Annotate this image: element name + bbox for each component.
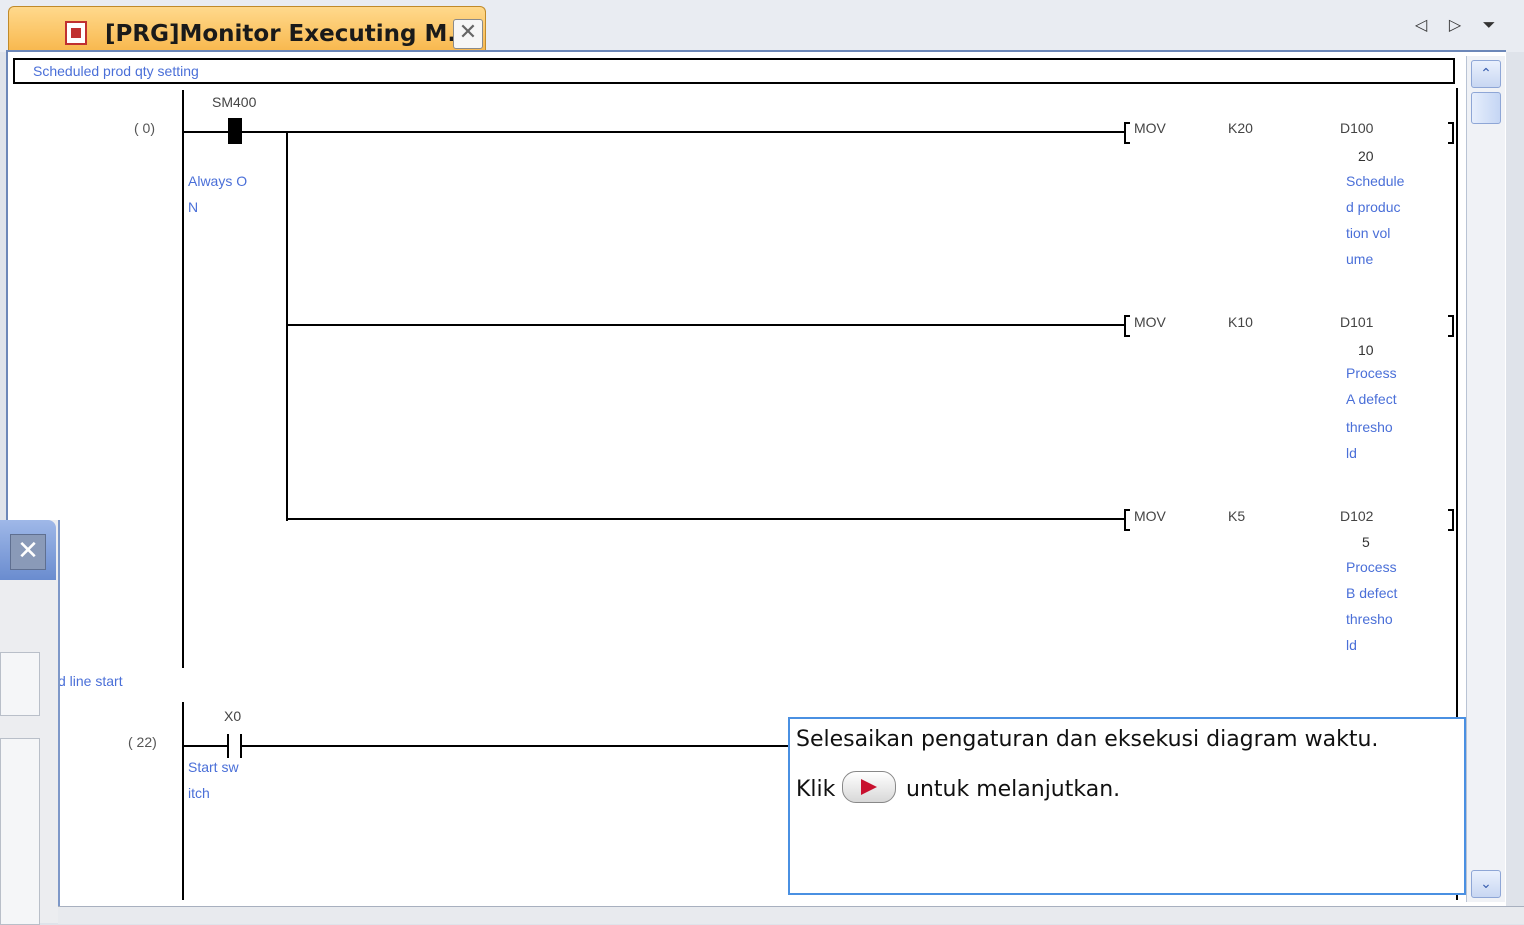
instruction-src[interactable]: K5 [1228,508,1245,524]
device-comment: ld [1346,637,1357,653]
statement-comment: Scheduled prod qty setting [13,58,1455,84]
statement-partial: d line start [58,673,123,689]
device-comment: A defect [1346,391,1397,407]
callout-text: Selesaikan pengaturan dan eksekusi diagr… [796,727,1379,752]
ladder-program-icon [65,21,87,45]
step-number: ( 0) [134,120,155,136]
callout-klik: Klik [796,777,836,802]
tab-list-dropdown-icon[interactable]: ⏷ [1478,12,1500,38]
device-comment: B defect [1346,585,1398,601]
device-comment: Start sw [188,759,239,775]
docked-panel: ✕ [0,520,60,925]
instruction-op[interactable]: MOV [1134,314,1166,330]
device-comment: ume [1346,251,1374,267]
scroll-thumb[interactable] [1471,92,1501,124]
instruction-bracket-left [1124,315,1130,337]
monitor-value: 20 [1358,148,1374,164]
tab-title: [PRG]Monitor Executing M... [105,21,474,47]
vertical-scrollbar[interactable]: ⌃ ⌄ [1466,56,1505,902]
instruction-bracket-left [1124,509,1130,531]
instruction-bracket-right [1448,315,1454,337]
device-comment: ld [1346,445,1357,461]
instruction-dst[interactable]: D100 [1340,120,1373,136]
instruction-op[interactable]: MOV [1134,120,1166,136]
tab-close-button[interactable]: ✕ [453,19,483,49]
monitor-value: 10 [1358,342,1374,358]
tab-scroll-left-icon[interactable]: ◁ [1410,12,1432,38]
device-comment: itch [188,785,210,801]
instruction-src[interactable]: K20 [1228,120,1253,136]
panel-field[interactable] [0,652,40,716]
tab-scroll-right-icon[interactable]: ▷ [1444,12,1466,38]
device-comment: N [188,199,199,215]
panel-close-button[interactable]: ✕ [10,534,46,570]
contact-device[interactable]: SM400 [212,94,256,110]
contact-device[interactable]: X0 [224,708,241,724]
instruction-callout: Selesaikan pengaturan dan eksekusi diagr… [788,717,1466,895]
callout-continue-text: untuk melanjutkan. [906,777,1121,802]
device-comment: Process [1346,559,1397,575]
device-comment: d produc [1346,199,1401,215]
branch-vertical [286,131,288,521]
rung-wire [242,131,1126,133]
step-number: ( 22) [128,734,157,750]
instruction-bracket-right [1448,509,1454,531]
scroll-down-icon[interactable]: ⌄ [1471,870,1501,898]
rung-wire [184,131,228,133]
instruction-src[interactable]: K10 [1228,314,1253,330]
instruction-bracket-left [1124,122,1130,144]
scroll-up-icon[interactable]: ⌃ [1471,60,1501,88]
device-comment: Schedule [1346,173,1405,189]
monitor-value: 5 [1362,534,1370,550]
device-comment: Process [1346,365,1397,381]
branch-wire [286,324,1126,326]
tab-monitor-executing[interactable]: [PRG]Monitor Executing M... ✕ [8,6,486,51]
statement-text: Scheduled prod qty setting [33,63,199,79]
status-bar [58,906,1524,924]
tab-bar: [PRG]Monitor Executing M... ✕ ◁ ▷ ⏷ [0,0,1524,52]
left-power-rail-2 [182,702,184,900]
play-button-icon[interactable] [842,771,896,803]
contact-energized[interactable] [228,118,242,144]
panel-field[interactable] [0,738,40,925]
panel-header: ✕ [0,520,56,580]
left-power-rail [182,90,184,668]
device-comment: thresho [1346,611,1393,627]
device-comment: thresho [1346,419,1393,435]
device-comment: Always O [188,173,248,189]
instruction-dst[interactable]: D101 [1340,314,1373,330]
branch-wire [286,518,1126,520]
rung-wire [184,745,227,747]
device-comment: tion vol [1346,225,1391,241]
rung-wire [242,745,788,747]
instruction-bracket-right [1448,122,1454,144]
instruction-dst[interactable]: D102 [1340,508,1373,524]
instruction-op[interactable]: MOV [1134,508,1166,524]
